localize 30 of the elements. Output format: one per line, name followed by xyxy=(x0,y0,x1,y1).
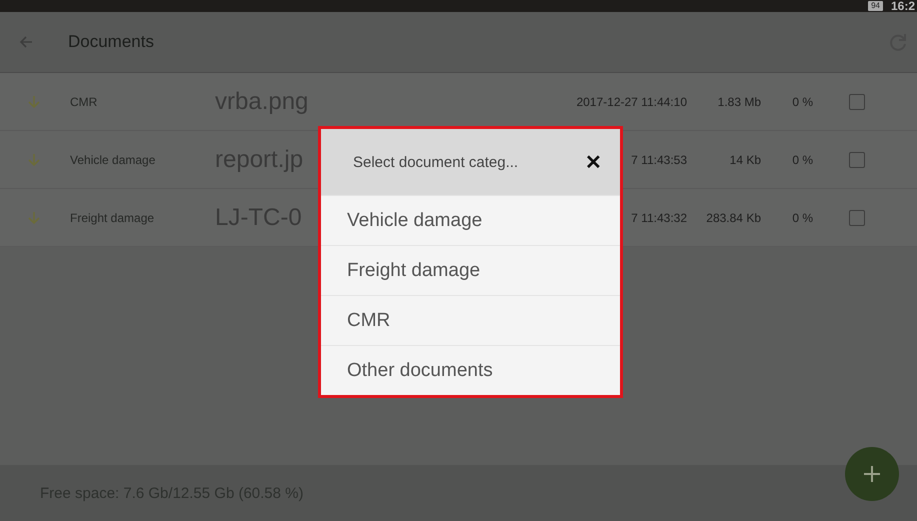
plus-icon xyxy=(862,464,882,484)
battery-icon: 94 xyxy=(868,1,883,11)
percent-text: 0 % xyxy=(792,94,813,108)
add-button[interactable] xyxy=(845,447,899,501)
file-date: 2017-12-27 11:44:10 xyxy=(576,94,687,108)
file-size: 283.84 Kb xyxy=(706,210,761,224)
row-checkbox[interactable] xyxy=(849,94,865,110)
close-button[interactable]: ✕ xyxy=(581,148,606,176)
row-checkbox[interactable] xyxy=(849,152,865,168)
row-checkbox[interactable] xyxy=(849,210,865,226)
category-option[interactable]: CMR xyxy=(321,295,620,345)
file-size: 1.83 Mb xyxy=(718,94,761,108)
category-option[interactable]: Freight damage xyxy=(321,245,620,295)
document-category: Freight damage xyxy=(70,210,156,224)
download-arrow-icon xyxy=(28,94,42,108)
percent-text: 0 % xyxy=(792,152,813,166)
download-arrow-icon xyxy=(28,210,42,224)
clock-time: 16:2 xyxy=(890,0,915,12)
download-arrow-icon xyxy=(28,152,42,166)
category-option[interactable]: Other documents xyxy=(321,345,620,395)
file-date: 7 11:43:32 xyxy=(631,210,687,224)
document-category: Vehicle damage xyxy=(70,152,156,166)
document-category: CMR xyxy=(70,94,98,108)
back-arrow-icon xyxy=(18,34,34,50)
file-size: 14 Kb xyxy=(730,152,761,166)
screen-title: Documents xyxy=(68,32,154,52)
file-date: 7 11:43:53 xyxy=(631,152,687,166)
percent-text: 0 % xyxy=(792,210,813,224)
category-option[interactable]: Vehicle damage xyxy=(321,195,620,245)
dialog-title: Select document categ... xyxy=(353,154,518,170)
